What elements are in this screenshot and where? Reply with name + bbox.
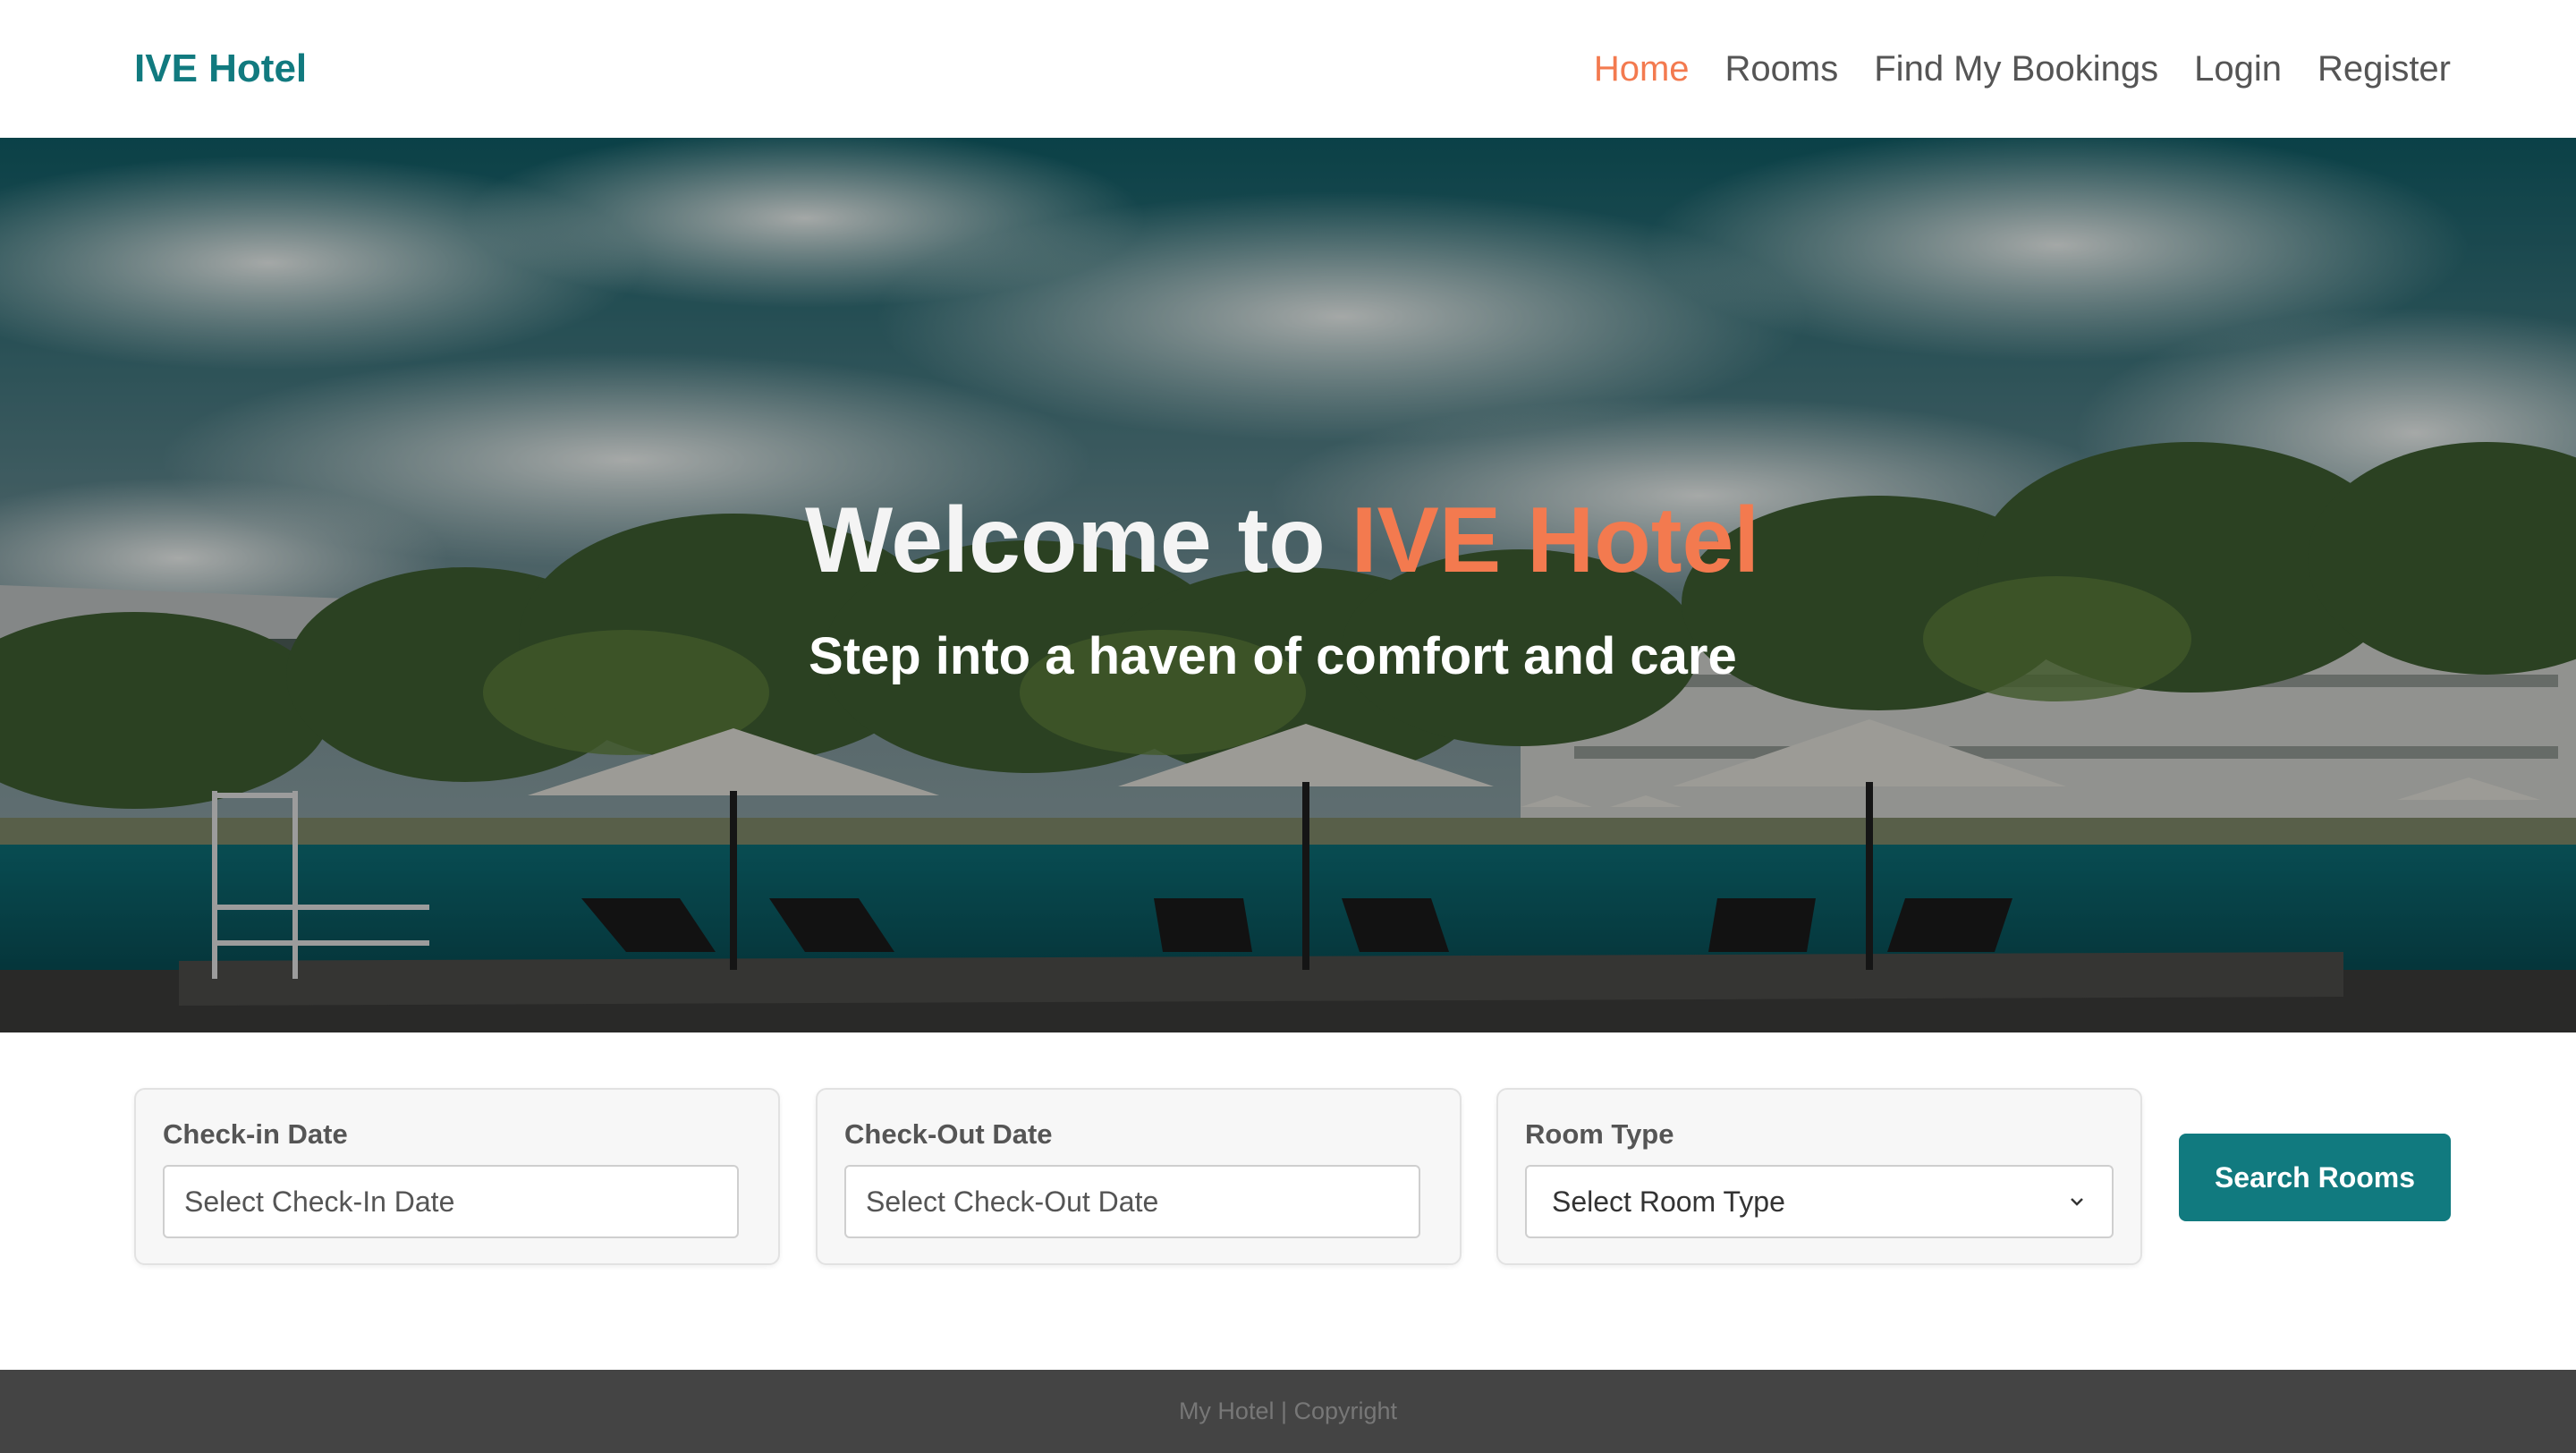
hero-title-accent: IVE Hotel	[1351, 489, 1760, 592]
hero-banner: Welcome to IVE Hotel Step into a haven o…	[0, 138, 2576, 1032]
hero-title-prefix: Welcome to	[805, 489, 1326, 592]
navbar: IVE Hotel Home Rooms Find My Bookings Lo…	[0, 0, 2576, 138]
search-rooms-button[interactable]: Search Rooms	[2179, 1134, 2451, 1221]
room-type-label: Room Type	[1525, 1118, 1674, 1150]
room-type-card: Room Type Select Room Type	[1496, 1088, 2142, 1265]
checkout-label: Check-Out Date	[844, 1118, 1053, 1150]
hero-title: Welcome to IVE Hotel	[805, 482, 1759, 599]
hero-subtitle: Step into a haven of comfort and care	[809, 627, 1737, 685]
room-type-select[interactable]: Select Room Type	[1525, 1165, 2114, 1238]
footer-copyright: My Hotel | Copyright	[1178, 1398, 1398, 1424]
nav-link-home[interactable]: Home	[1594, 43, 1690, 95]
checkin-label: Check-in Date	[163, 1118, 348, 1150]
checkout-date-input[interactable]	[844, 1165, 1420, 1238]
checkin-card: Check-in Date	[134, 1088, 780, 1265]
chevron-down-icon	[2071, 1198, 2083, 1206]
checkin-date-input[interactable]	[163, 1165, 739, 1238]
nav-links: Home Rooms Find My Bookings Login Regist…	[1594, 43, 2451, 95]
nav-link-register[interactable]: Register	[2318, 43, 2451, 95]
nav-link-login[interactable]: Login	[2194, 43, 2282, 95]
nav-link-find-my-bookings[interactable]: Find My Bookings	[1874, 43, 2158, 95]
nav-link-rooms[interactable]: Rooms	[1725, 43, 1839, 95]
checkout-card: Check-Out Date	[816, 1088, 1462, 1265]
footer: My Hotel | Copyright	[0, 1370, 2576, 1453]
brand-logo[interactable]: IVE Hotel	[134, 43, 307, 95]
room-type-selected-value: Select Room Type	[1552, 1185, 1785, 1218]
